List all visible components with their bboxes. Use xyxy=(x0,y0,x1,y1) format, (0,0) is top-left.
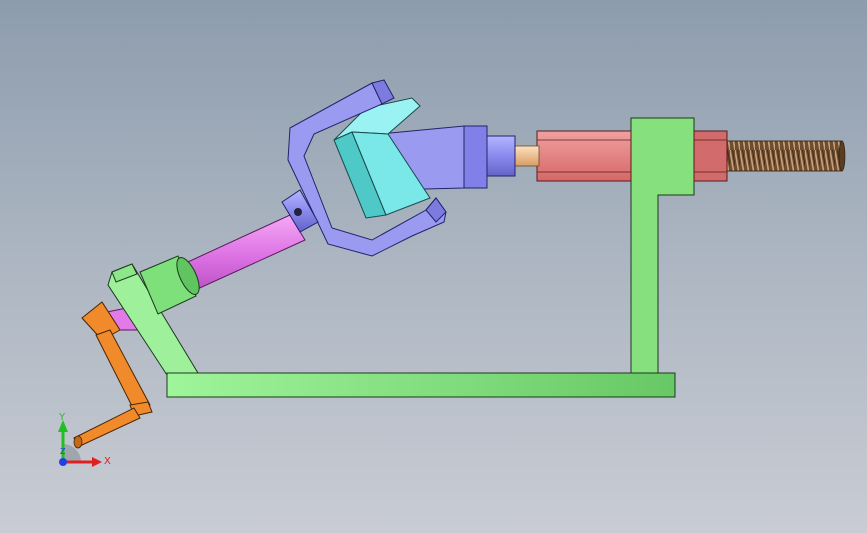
base-plate[interactable] xyxy=(166,372,676,398)
y-axis-label: Y xyxy=(59,412,66,423)
coordinate-triad: Y X Z xyxy=(46,410,116,480)
triad-graphic xyxy=(58,420,102,467)
x-axis-label: X xyxy=(104,456,111,467)
z-axis-label: Z xyxy=(60,447,66,456)
z-axis-arrow xyxy=(59,458,67,466)
output-shaft[interactable] xyxy=(512,145,540,167)
threaded-rod[interactable] xyxy=(726,140,846,172)
assembly-model[interactable] xyxy=(0,0,867,533)
upright-frame[interactable] xyxy=(630,117,695,374)
graphics-viewport[interactable]: Y X Z xyxy=(0,0,867,533)
